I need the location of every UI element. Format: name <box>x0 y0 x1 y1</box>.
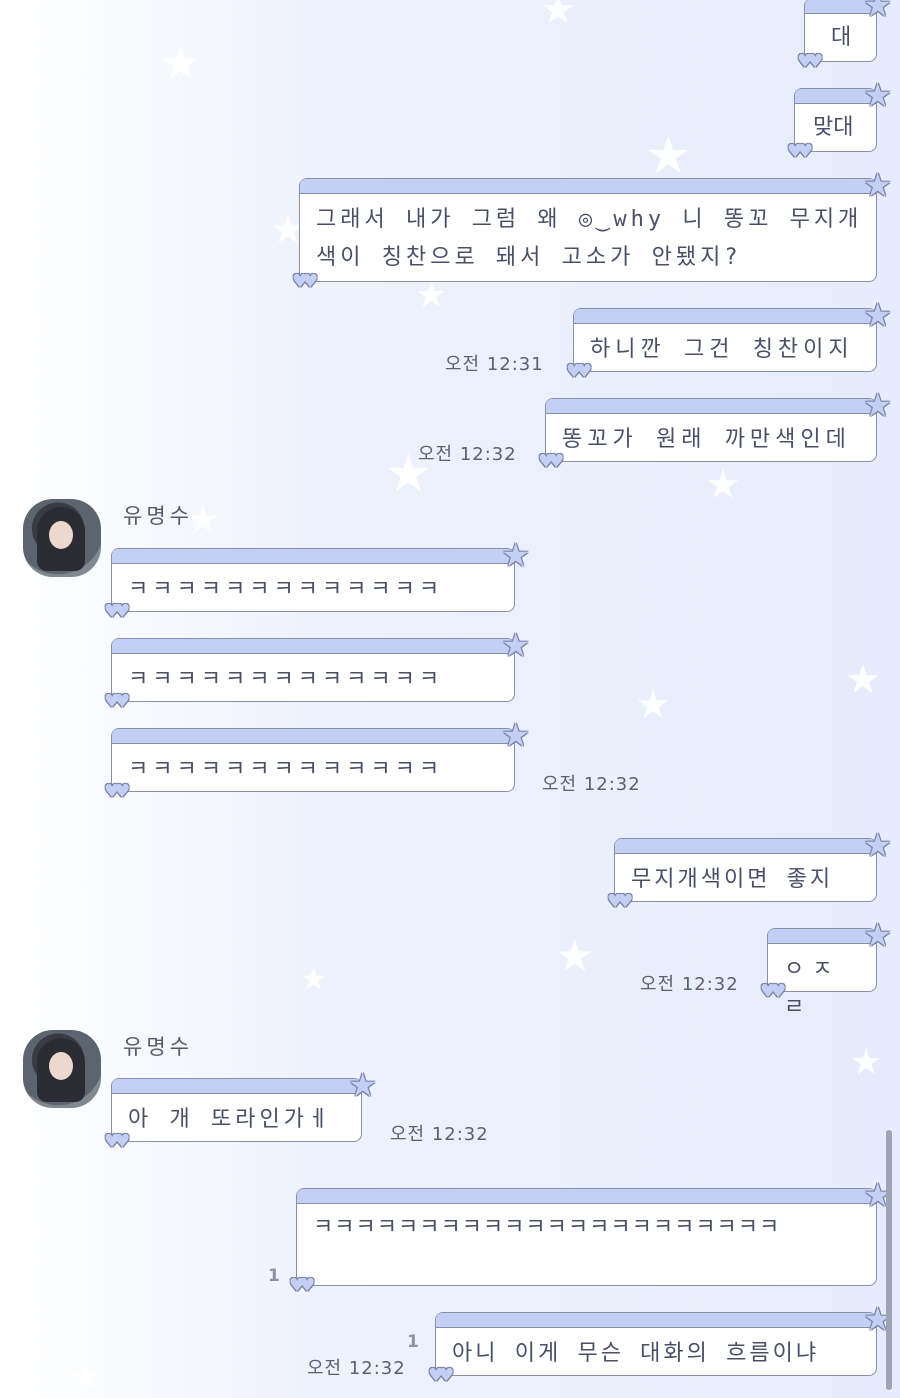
star-icon: ★ <box>863 826 892 864</box>
message-text: ㅋㅋㅋㅋㅋㅋㅋㅋㅋㅋㅋㅋㅋ <box>128 757 444 782</box>
hearts-icon: ♥♥ <box>566 361 592 382</box>
bubble-header-bar <box>112 639 514 654</box>
background-star-icon: ★ <box>415 275 448 316</box>
bubble-header-bar <box>546 399 876 414</box>
hearts-icon: ♥♥ <box>104 601 130 622</box>
unread-count: 1 <box>268 1266 280 1286</box>
hearts-icon: ♥♥ <box>760 981 786 1002</box>
star-icon: ★ <box>348 1066 377 1104</box>
message-bubble[interactable]: 그래서 내가 그럼 왜 ◎‿why 니 똥꼬 무지개색이 칭찬으로 돼서 고소가… <box>292 169 892 291</box>
background-star-icon: ★ <box>645 126 692 186</box>
bubble-header-bar <box>112 549 514 564</box>
background-star-icon: ★ <box>635 682 671 728</box>
message-text: 하니깐 그건 칭찬이지 <box>590 337 854 362</box>
hearts-icon: ♥♥ <box>538 451 564 472</box>
star-icon: ★ <box>501 626 530 664</box>
hearts-icon: ♥♥ <box>787 141 813 162</box>
bubble-header-bar <box>112 1079 361 1094</box>
message-text: 무지개색이면 좋지 <box>631 867 834 892</box>
message-bubble[interactable]: 대 ★ ♥♥ <box>797 0 892 71</box>
star-icon: ★ <box>863 0 892 24</box>
star-icon: ★ <box>863 166 892 204</box>
bubble-header-bar <box>768 929 876 944</box>
hearts-icon: ♥♥ <box>292 271 318 292</box>
bubble-header-bar <box>112 729 514 744</box>
bubble-header-bar <box>574 309 876 324</box>
message-time: 오전 12:32 <box>418 444 517 465</box>
message-text: 똥꼬가 원래 까만색인데 <box>562 427 851 452</box>
background-star-icon: ★ <box>10 857 37 892</box>
bubble-header-bar <box>436 1313 876 1328</box>
star-icon: ★ <box>863 916 892 954</box>
sender-name: 유명수 <box>123 504 193 528</box>
hearts-icon: ♥♥ <box>104 691 130 712</box>
star-icon: ★ <box>501 536 530 574</box>
background-star-icon: ★ <box>705 462 741 508</box>
hearts-icon: ♥♥ <box>797 51 823 72</box>
bubble-header-bar <box>300 179 876 194</box>
message-bubble[interactable]: 맞대 ★ ♥♥ <box>787 79 892 161</box>
message-bubble[interactable]: 무지개색이면 좋지 ★ ♥♥ <box>607 829 892 911</box>
message-text: ㅇㅈㄹ <box>784 957 841 1020</box>
unread-count: 1 <box>407 1332 419 1352</box>
message-bubble[interactable]: ㅇㅈㄹ ★ ♥♥ <box>760 919 892 1020</box>
background-star-icon: ★ <box>70 1357 103 1398</box>
hearts-icon: ♥♥ <box>607 891 633 912</box>
message-text: 아니 이게 무슨 대화의 흐름이냐 <box>452 1341 820 1366</box>
background-star-icon: ★ <box>300 962 327 997</box>
message-time: 오전 12:32 <box>307 1358 406 1379</box>
message-text: 그래서 내가 그럼 왜 ◎‿why 니 똥꼬 무지개색이 칭찬으로 돼서 고소가… <box>316 207 863 270</box>
star-icon: ★ <box>501 716 530 754</box>
message-bubble[interactable]: 아 개 또라인가ㅔ ★ ♥♥ <box>104 1069 377 1151</box>
background-star-icon: ★ <box>850 1042 883 1083</box>
sender-name: 유명수 <box>123 1035 193 1059</box>
hearts-icon: ♥♥ <box>104 781 130 802</box>
message-text: ㅋㅋㅋㅋㅋㅋㅋㅋㅋㅋㅋㅋㅋ <box>128 667 444 692</box>
message-time: 오전 12:32 <box>640 974 739 995</box>
background-star-icon: ★ <box>0 297 36 343</box>
background-star-icon: ★ <box>540 0 576 33</box>
message-text: 대 <box>831 25 857 50</box>
message-bubble[interactable]: ㅋㅋㅋㅋㅋㅋㅋㅋㅋㅋㅋㅋㅋㅋㅋㅋㅋㅋㅋㅋㅋㅋ ★ ♥♥ <box>289 1179 892 1295</box>
hearts-icon: ♥♥ <box>428 1365 454 1386</box>
message-time: 오전 12:32 <box>390 1124 489 1145</box>
star-icon: ★ <box>863 76 892 114</box>
message-time: 오전 12:31 <box>445 354 544 375</box>
avatar[interactable] <box>23 499 101 577</box>
message-text: ㅋㅋㅋㅋㅋㅋㅋㅋㅋㅋㅋㅋㅋㅋㅋㅋㅋㅋㅋㅋㅋㅋ <box>313 1215 781 1240</box>
background-star-icon: ★ <box>845 657 881 703</box>
message-text: ㅋㅋㅋㅋㅋㅋㅋㅋㅋㅋㅋㅋㅋ <box>128 577 444 602</box>
message-time: 오전 12:32 <box>542 774 641 795</box>
star-icon: ★ <box>863 296 892 334</box>
message-bubble[interactable]: 아니 이게 무슨 대화의 흐름이냐 ★ ♥♥ <box>428 1303 892 1385</box>
message-text: 아 개 또라인가ㅔ <box>128 1107 333 1132</box>
star-icon: ★ <box>863 386 892 424</box>
message-text: 맞대 <box>813 115 854 140</box>
hearts-icon: ♥♥ <box>289 1275 315 1296</box>
bubble-header-bar <box>615 839 876 854</box>
hearts-icon: ♥♥ <box>104 1131 130 1152</box>
avatar[interactable] <box>23 1030 101 1108</box>
message-bubble[interactable]: ㅋㅋㅋㅋㅋㅋㅋㅋㅋㅋㅋㅋㅋ ★ ♥♥ <box>104 539 530 621</box>
message-bubble[interactable]: ㅋㅋㅋㅋㅋㅋㅋㅋㅋㅋㅋㅋㅋ ★ ♥♥ <box>104 629 530 711</box>
message-bubble[interactable]: 똥꼬가 원래 까만색인데 ★ ♥♥ <box>538 389 892 471</box>
message-bubble[interactable]: 하니깐 그건 칭찬이지 ★ ♥♥ <box>566 299 892 381</box>
bubble-header-bar <box>297 1189 876 1204</box>
scrollbar[interactable] <box>886 1130 892 1390</box>
background-star-icon: ★ <box>555 931 595 982</box>
message-bubble[interactable]: ㅋㅋㅋㅋㅋㅋㅋㅋㅋㅋㅋㅋㅋ ★ ♥♥ <box>104 719 530 801</box>
background-star-icon: ★ <box>160 36 202 90</box>
